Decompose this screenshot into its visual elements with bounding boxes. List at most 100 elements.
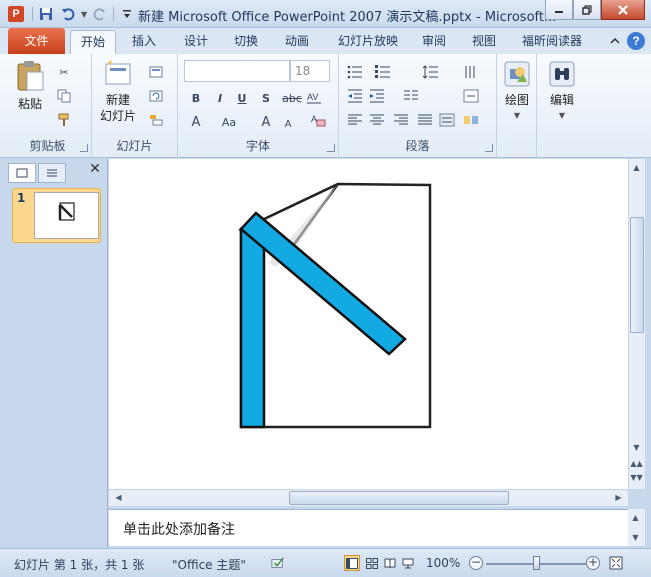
grow-font-icon[interactable]: A bbox=[258, 114, 274, 130]
notes-scroll-up-icon[interactable]: ▲ bbox=[628, 513, 643, 522]
new-slide-label-line2: 幻灯片 bbox=[99, 109, 136, 123]
copy-icon[interactable] bbox=[56, 88, 72, 104]
previous-slide-icon[interactable]: ▲▲ bbox=[629, 459, 644, 468]
tab-file[interactable]: 文件 bbox=[8, 28, 65, 54]
minimize-button[interactable] bbox=[545, 0, 573, 20]
spell-check-icon[interactable] bbox=[270, 555, 286, 571]
scroll-down-arrow-icon[interactable]: ▼ bbox=[629, 443, 644, 452]
notes-pane[interactable]: 单击此处添加备注 bbox=[109, 509, 628, 546]
close-button[interactable] bbox=[601, 0, 645, 20]
notes-scroll-down-icon[interactable]: ▼ bbox=[628, 533, 643, 542]
horizontal-scroll-thumb[interactable] bbox=[289, 491, 509, 505]
new-slide-label-line1: 新建 bbox=[105, 93, 130, 107]
tab-transitions[interactable]: 切换 bbox=[226, 30, 266, 54]
drawing-button[interactable]: 绘图 ▼ bbox=[501, 60, 533, 124]
reset-slide-icon[interactable] bbox=[148, 88, 164, 104]
slide-sorter-view-icon[interactable] bbox=[364, 555, 380, 571]
tab-review[interactable]: 审阅 bbox=[414, 30, 454, 54]
increase-indent-icon[interactable] bbox=[369, 88, 385, 104]
slide-canvas[interactable] bbox=[109, 159, 628, 489]
scroll-up-arrow-icon[interactable]: ▲ bbox=[629, 163, 644, 172]
clipboard-group-label: 剪贴板 bbox=[29, 139, 66, 153]
smartart-icon[interactable] bbox=[463, 112, 479, 128]
reading-view-icon[interactable] bbox=[382, 555, 398, 571]
scroll-right-arrow-icon[interactable]: ▶ bbox=[611, 493, 626, 502]
horizontal-scrollbar[interactable]: ◀ ▶ bbox=[109, 489, 628, 506]
section-icon[interactable] bbox=[148, 112, 164, 128]
font-launcher-icon[interactable] bbox=[327, 144, 335, 152]
zoom-out-icon[interactable]: − bbox=[469, 556, 483, 570]
align-left-icon[interactable] bbox=[347, 112, 363, 128]
tab-outline[interactable] bbox=[38, 163, 66, 183]
numbering-icon[interactable] bbox=[375, 64, 391, 80]
customize-qat-icon[interactable] bbox=[118, 5, 136, 23]
distributed-icon[interactable] bbox=[439, 112, 455, 128]
normal-view-icon[interactable] bbox=[344, 555, 360, 571]
layout-icon[interactable] bbox=[148, 64, 164, 80]
justify-icon[interactable] bbox=[417, 112, 433, 128]
zoom-level[interactable]: 100% bbox=[426, 556, 460, 570]
save-icon[interactable] bbox=[37, 5, 55, 23]
fit-to-window-icon[interactable] bbox=[608, 555, 624, 571]
undo-icon[interactable] bbox=[59, 5, 77, 23]
shrink-font-icon[interactable]: A bbox=[280, 116, 296, 132]
vertical-scrollbar[interactable]: ▲ ▼ ▲▲ ▼▼ bbox=[628, 159, 645, 489]
tab-slideshow[interactable]: 幻灯片放映 bbox=[330, 30, 406, 54]
bold-icon[interactable]: B bbox=[188, 90, 204, 106]
decrease-indent-icon[interactable] bbox=[347, 88, 363, 104]
italic-icon[interactable]: I bbox=[212, 90, 228, 106]
clipboard-launcher-icon[interactable] bbox=[80, 144, 88, 152]
underline-icon[interactable]: U bbox=[234, 90, 250, 106]
tab-view[interactable]: 视图 bbox=[464, 30, 504, 54]
tab-slides-thumbnails[interactable] bbox=[8, 163, 36, 183]
columns-icon[interactable] bbox=[403, 88, 419, 104]
undo-dropdown-icon[interactable]: ▼ bbox=[81, 10, 87, 19]
drawing-group[interactable]: 绘图 ▼ bbox=[497, 54, 537, 158]
tab-design[interactable]: 设计 bbox=[176, 30, 216, 54]
zoom-in-icon[interactable]: + bbox=[586, 556, 600, 570]
clear-formatting-icon[interactable]: A bbox=[310, 112, 326, 128]
shadow-icon[interactable]: S bbox=[258, 90, 274, 106]
strikethrough-icon[interactable]: abc bbox=[282, 90, 302, 106]
font-color-icon[interactable]: A bbox=[188, 114, 204, 130]
slideshow-view-icon[interactable] bbox=[400, 555, 416, 571]
redo-icon[interactable] bbox=[91, 5, 109, 23]
slide-thumbnail-preview bbox=[34, 192, 99, 239]
slide-editor[interactable] bbox=[109, 159, 628, 489]
align-text-icon[interactable] bbox=[463, 88, 479, 104]
align-center-icon[interactable] bbox=[369, 112, 385, 128]
paragraph-launcher-icon[interactable] bbox=[485, 144, 493, 152]
align-right-icon[interactable] bbox=[393, 112, 409, 128]
close-pane-icon[interactable]: ✕ bbox=[87, 161, 103, 177]
format-painter-icon[interactable] bbox=[56, 112, 72, 128]
notes-placeholder[interactable]: 单击此处添加备注 bbox=[123, 519, 235, 539]
font-group-label: 字体 bbox=[245, 139, 270, 153]
theme-status[interactable]: "Office 主题" bbox=[172, 556, 246, 573]
powerpoint-app-icon[interactable]: P bbox=[8, 6, 24, 22]
vertical-scroll-thumb[interactable] bbox=[630, 217, 644, 333]
help-icon[interactable]: ? bbox=[627, 32, 645, 50]
restore-button[interactable] bbox=[573, 0, 601, 20]
zoom-slider-knob[interactable] bbox=[533, 556, 540, 570]
change-case-icon[interactable]: Aa bbox=[218, 114, 240, 130]
editing-group[interactable]: 编辑 ▼ bbox=[537, 54, 587, 158]
new-slide-button[interactable]: 新建 幻灯片 bbox=[96, 60, 140, 124]
tab-insert[interactable]: 插入 bbox=[124, 30, 164, 54]
next-slide-icon[interactable]: ▼▼ bbox=[629, 473, 644, 482]
paste-button[interactable]: 粘贴 bbox=[12, 60, 48, 112]
tab-foxit-reader[interactable]: 福昕阅读器 bbox=[516, 30, 588, 54]
cut-icon[interactable]: ✂ bbox=[56, 64, 72, 80]
tab-animations[interactable]: 动画 bbox=[277, 30, 317, 54]
vertical-blue-bar[interactable] bbox=[239, 227, 266, 429]
editing-button[interactable]: 编辑 ▼ bbox=[545, 60, 579, 124]
notes-scrollbar[interactable]: ▲ ▼ bbox=[628, 509, 645, 546]
font-name-input[interactable] bbox=[184, 60, 290, 82]
bullets-icon[interactable] bbox=[347, 64, 363, 80]
text-direction-icon[interactable] bbox=[463, 64, 479, 80]
tab-home[interactable]: 开始 bbox=[70, 30, 116, 54]
font-size-input[interactable]: 18 bbox=[290, 60, 330, 82]
character-spacing-icon[interactable]: AV bbox=[306, 90, 322, 106]
line-spacing-icon[interactable] bbox=[423, 64, 439, 80]
minimize-ribbon-icon[interactable] bbox=[609, 35, 621, 47]
scroll-left-arrow-icon[interactable]: ◀ bbox=[111, 493, 126, 502]
